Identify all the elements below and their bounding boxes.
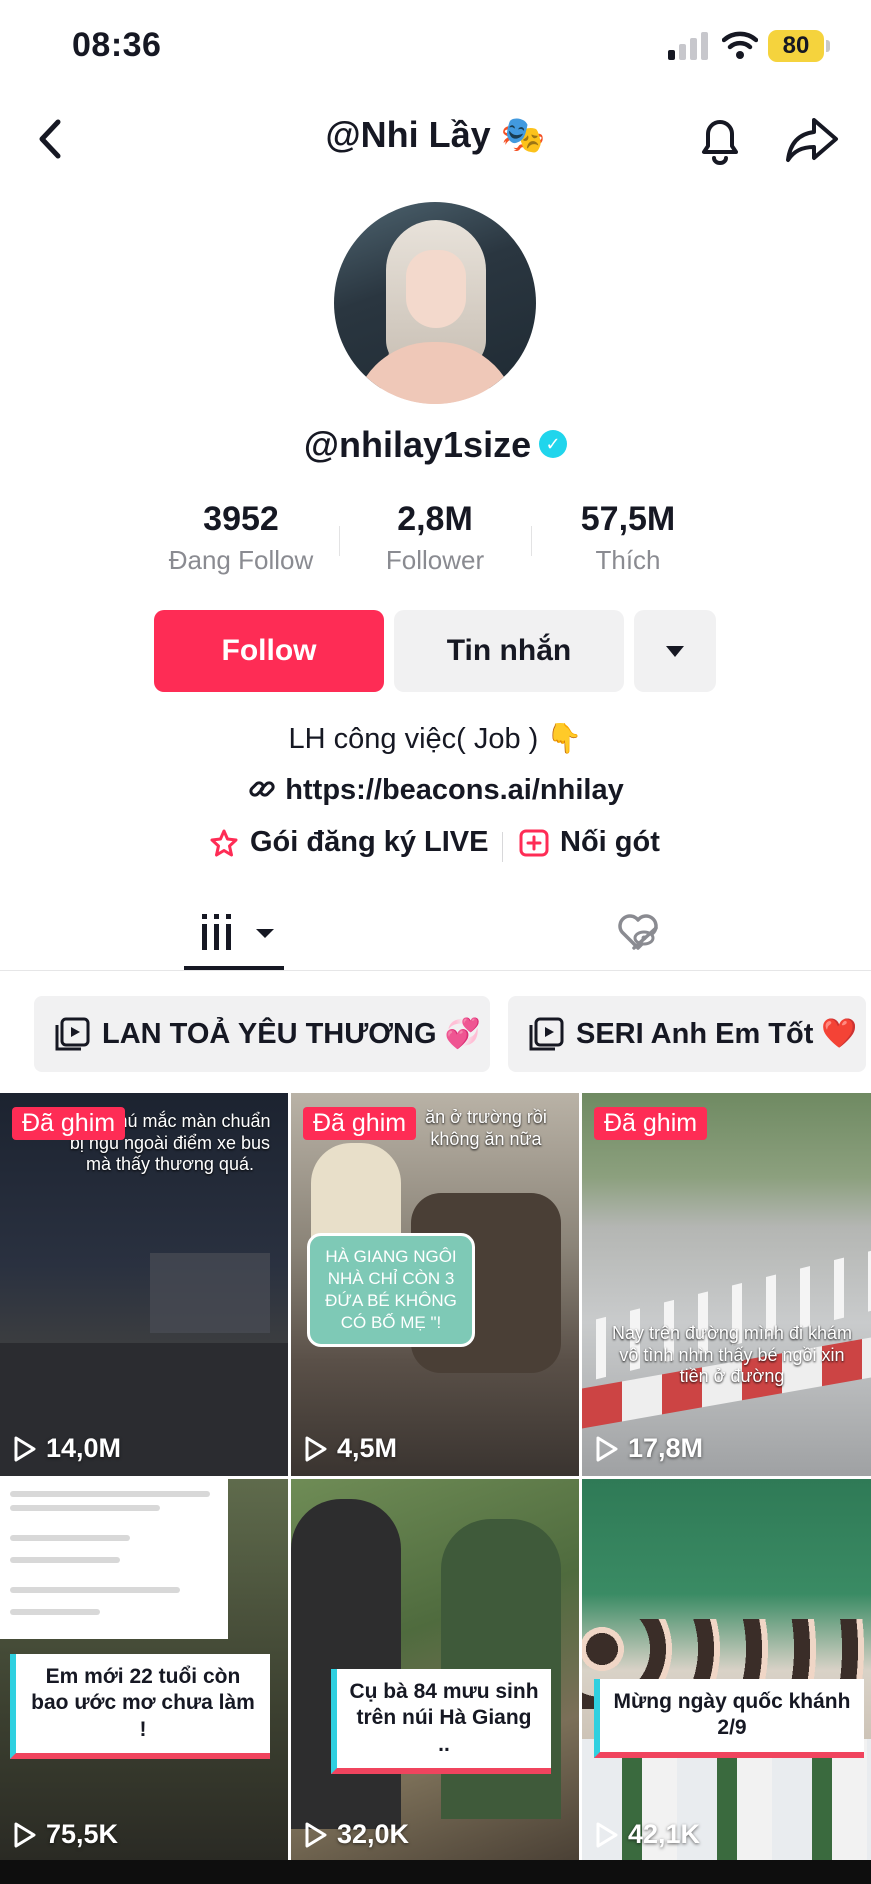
stat-followers[interactable]: 2,8M Follower [340, 500, 530, 576]
liked-hidden-icon[interactable] [614, 908, 662, 956]
play-icon [305, 1822, 327, 1847]
play-icon [14, 1436, 36, 1461]
avatar[interactable] [334, 202, 536, 404]
more-options-button[interactable] [634, 610, 716, 692]
comment-screenshot [0, 1479, 228, 1639]
view-count: 4,5M [303, 1433, 397, 1464]
video-thumbnail[interactable]: Mừng ngày quốc khánh 2/9 42,1K [582, 1479, 871, 1862]
bio-divider [502, 832, 503, 862]
video-caption: Mừng ngày quốc khánh 2/9 [594, 1679, 864, 1758]
live-subscription-link[interactable]: Gói đăng ký LIVE [208, 826, 489, 859]
caret-down-icon [666, 645, 684, 657]
playlist-icon [529, 1017, 564, 1051]
caret-down-icon [256, 929, 274, 938]
bell-icon[interactable] [694, 112, 746, 166]
cellular-signal-icon [668, 32, 710, 60]
video-thumbnail[interactable]: Cụ bà 84 mưu sinh trên núi Hà Giang .. 3… [291, 1479, 579, 1862]
bio-link[interactable]: https://beacons.ai/nhilay [0, 774, 871, 807]
pinned-badge: Đã ghim [12, 1107, 126, 1140]
message-button[interactable]: Tin nhắn [394, 610, 624, 692]
verified-badge-icon: ✓ [539, 430, 568, 459]
tab-videos[interactable] [200, 912, 280, 952]
view-count: 42,1K [594, 1819, 700, 1850]
play-icon [305, 1436, 327, 1461]
video-caption: Em mới 22 tuổi còn bao ước mơ chưa làm ! [10, 1654, 270, 1759]
playlist-seri-anh-em[interactable]: SERI Anh Em Tốt ❤️ [508, 996, 866, 1072]
battery-indicator: 80 [768, 30, 830, 62]
video-thumbnail[interactable]: ăn ở trường rồi không ăn nữa HÀ GIANG NG… [291, 1093, 579, 1476]
wifi-icon [722, 31, 758, 59]
follow-button[interactable]: Follow [154, 610, 384, 692]
pinned-badge: Đã ghim [303, 1107, 417, 1140]
view-count: 32,0K [303, 1819, 409, 1850]
play-icon [14, 1822, 36, 1847]
grid-icon [202, 914, 231, 950]
bio-text: LH công việc( Job ) 👇 [288, 723, 583, 755]
pinned-badge: Đã ghim [594, 1107, 708, 1140]
playlist-lan-toa[interactable]: LAN TOẢ YÊU THƯƠNG 💞 [34, 996, 490, 1072]
view-count: 75,5K [12, 1819, 118, 1850]
view-count: 14,0M [12, 1433, 121, 1464]
view-count: 17,8M [594, 1433, 703, 1464]
star-rocket-icon [210, 829, 238, 856]
video-thumbnail[interactable]: Em mới 22 tuổi còn bao ước mơ chưa làm !… [0, 1479, 288, 1862]
play-icon [596, 1822, 618, 1847]
noi-got-link[interactable]: Nối gót [518, 826, 660, 859]
video-caption: Cụ bà 84 mưu sinh trên núi Hà Giang .. [331, 1669, 551, 1774]
stat-likes[interactable]: 57,5M Thích [533, 500, 723, 576]
username: @nhilay1size ✓ [0, 424, 871, 466]
link-icon [249, 781, 275, 797]
share-arrow-icon[interactable] [784, 112, 840, 166]
play-icon [596, 1436, 618, 1461]
video-thumbnail[interactable]: thấy chú mắc màn chuẩn bị ngủ ngoài điểm… [0, 1093, 288, 1476]
next-row-preview [0, 1860, 871, 1884]
playlist-icon [55, 1017, 90, 1051]
tab-divider [0, 970, 871, 971]
add-square-icon [519, 829, 549, 856]
stat-following[interactable]: 3952 Đang Follow [146, 500, 336, 576]
video-thumbnail[interactable]: Nay trên đường mình đi khám vô tình nhìn… [582, 1093, 871, 1476]
status-time: 08:36 [72, 26, 162, 64]
stat-divider [531, 526, 532, 556]
